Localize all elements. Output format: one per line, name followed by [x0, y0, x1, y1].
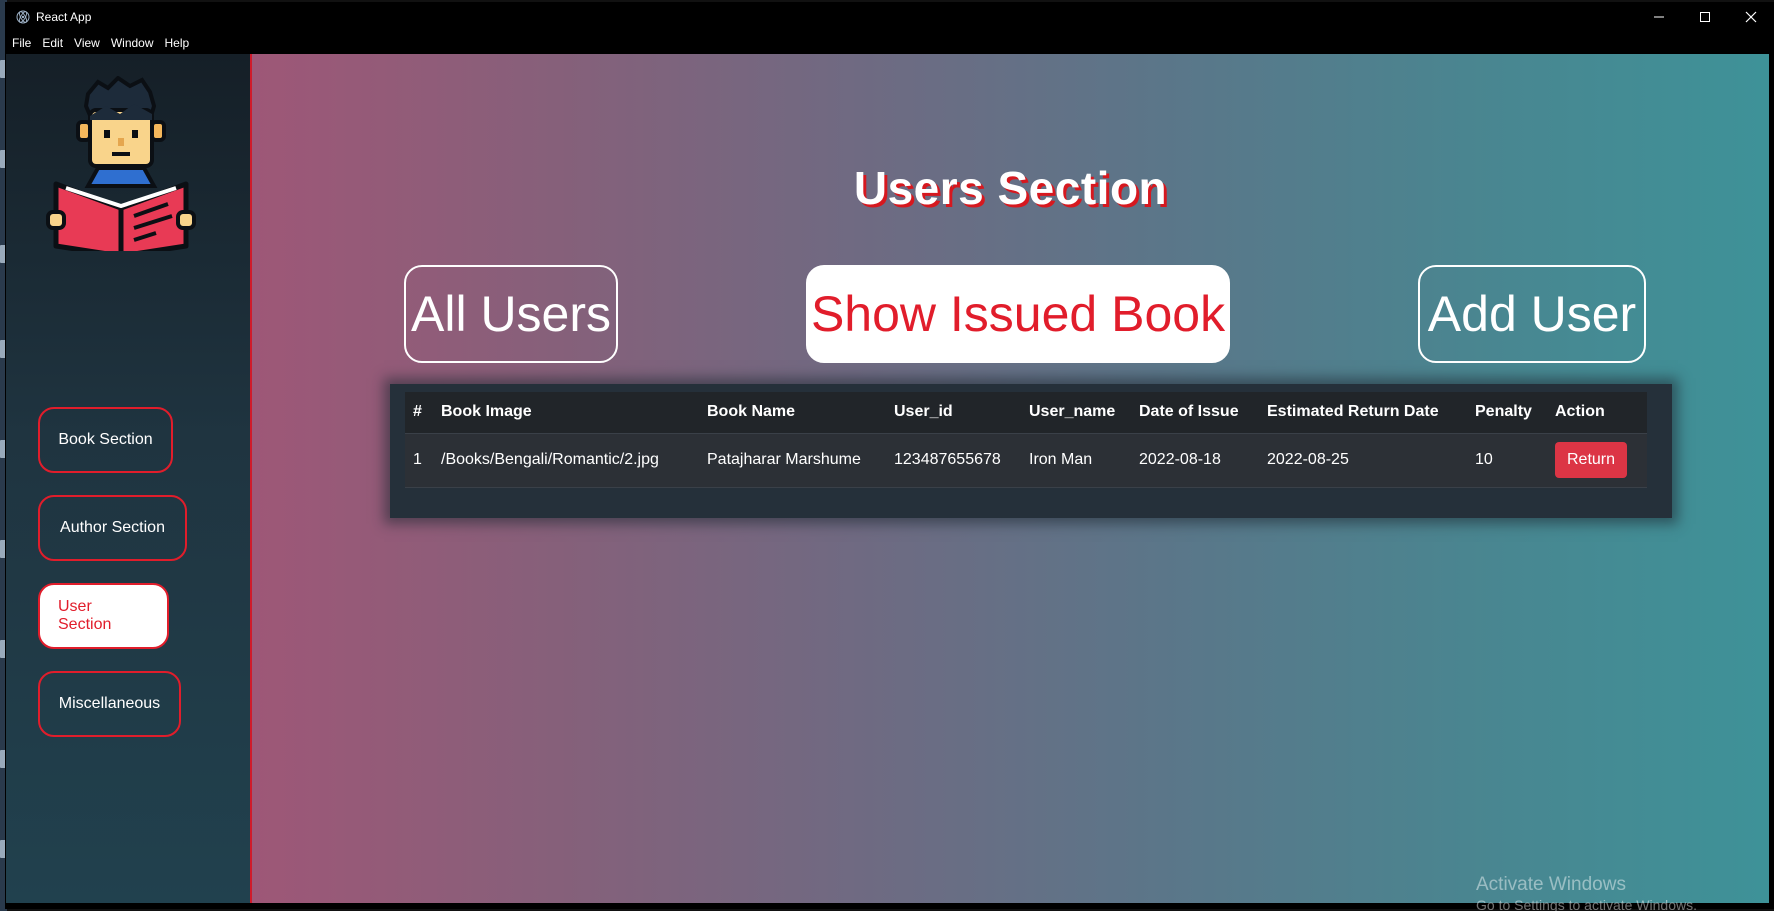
col-header-book-name: Book Name	[699, 392, 886, 434]
col-header-book-image: Book Image	[433, 392, 699, 434]
electron-icon	[16, 10, 30, 24]
cell-date-of-issue: 2022-08-18	[1131, 433, 1259, 488]
col-header-date-of-issue: Date of Issue	[1131, 392, 1259, 434]
maximize-icon	[1700, 12, 1710, 22]
cell-number: 1	[405, 433, 433, 488]
nav-user-section[interactable]: User Section	[38, 583, 169, 649]
cell-penalty: 10	[1467, 433, 1547, 488]
col-header-user-name: User_name	[1021, 392, 1131, 434]
window-title: React App	[36, 10, 92, 24]
nav-book-section[interactable]: Book Section	[38, 407, 173, 473]
nav-miscellaneous[interactable]: Miscellaneous	[38, 671, 181, 737]
app-window: React App File Edit View Window Help Boo…	[5, 2, 1774, 909]
cell-user-name: Iron Man	[1021, 433, 1131, 488]
nav-user-section-label: User Section	[58, 598, 112, 633]
minimize-button[interactable]	[1636, 2, 1682, 32]
nav-miscellaneous-label: Miscellaneous	[58, 695, 161, 712]
menu-edit[interactable]: Edit	[42, 36, 63, 50]
cell-book-name: Patajharar Marshume	[699, 433, 886, 488]
cell-action: Return	[1547, 433, 1647, 488]
cell-book-image: /Books/Bengali/Romantic/2.jpg	[433, 433, 699, 488]
menu-bar: File Edit View Window Help	[5, 32, 1774, 54]
activate-windows-title: Activate Windows	[1476, 874, 1626, 895]
cell-return-date: 2022-08-25	[1259, 433, 1467, 488]
col-header-return-date: Estimated Return Date	[1259, 392, 1467, 434]
sidebar: Book Section Author Section User Section…	[6, 54, 252, 903]
nav-book-section-label: Book Section	[58, 431, 153, 448]
table-header-row: # Book Image Book Name User_id User_name…	[405, 392, 1647, 434]
issued-books-table: # Book Image Book Name User_id User_name…	[405, 392, 1647, 488]
menu-window[interactable]: Window	[111, 36, 154, 50]
activate-windows-subtitle: Go to Settings to activate Windows.	[1476, 897, 1697, 911]
nav-author-section[interactable]: Author Section	[38, 495, 187, 561]
close-icon	[1745, 11, 1757, 23]
close-button[interactable]	[1728, 2, 1774, 32]
menu-file[interactable]: File	[12, 36, 31, 50]
col-header-penalty: Penalty	[1467, 392, 1547, 434]
table-row: 1 /Books/Bengali/Romantic/2.jpg Patajhar…	[405, 433, 1647, 488]
menu-help[interactable]: Help	[165, 36, 190, 50]
cell-user-id: 123487655678	[886, 433, 1021, 488]
main-panel: Users Section All Users Show Issued Book…	[252, 54, 1769, 903]
minimize-icon	[1654, 16, 1664, 18]
add-user-button[interactable]: Add User	[1418, 265, 1646, 363]
app-content: Book Section Author Section User Section…	[6, 54, 1769, 903]
col-header-action: Action	[1547, 392, 1647, 434]
page-title: Users Section	[853, 162, 1168, 214]
nav-author-section-label: Author Section	[60, 519, 165, 536]
col-header-number: #	[405, 392, 433, 434]
return-button[interactable]: Return	[1555, 442, 1628, 478]
title-bar[interactable]: React App	[5, 2, 1774, 32]
reader-boy-logo	[46, 76, 196, 251]
col-header-user-id: User_id	[886, 392, 1021, 434]
maximize-button[interactable]	[1682, 2, 1728, 32]
all-users-button[interactable]: All Users	[404, 265, 618, 363]
issued-books-panel: # Book Image Book Name User_id User_name…	[390, 384, 1672, 518]
menu-view[interactable]: View	[74, 36, 100, 50]
show-issued-book-button[interactable]: Show Issued Book	[806, 265, 1230, 363]
